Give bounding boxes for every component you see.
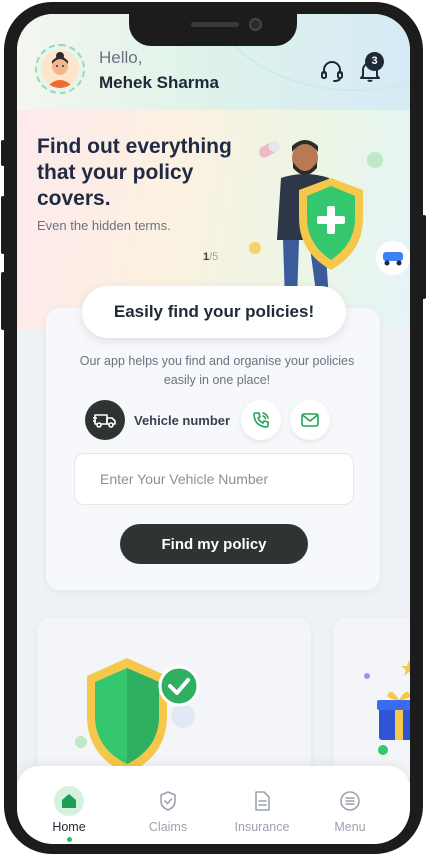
man-with-shield-illustration [249,140,410,300]
banner-pager: 1/5 [203,251,218,263]
avatar[interactable] [35,44,85,94]
secondary-promo-card[interactable] [37,618,311,778]
bottom-navigation: Home Claims Insurance Menu [17,766,410,844]
device-notch [129,14,297,46]
device-volume-up [1,196,5,254]
device-power-button [422,215,426,299]
vehicle-number-input[interactable] [74,453,354,505]
home-icon [54,786,84,816]
device-mute-switch [1,140,5,166]
app-screen: Hello, Mehek Sharma 3 Find out everythin… [17,14,410,844]
nav-label-home: Home [52,820,86,834]
active-indicator [66,837,72,842]
search-by-phone-option[interactable] [241,400,281,440]
shield-check-icon [153,786,183,816]
pager-total: /5 [209,251,219,263]
nav-item-menu[interactable]: Menu [315,786,385,834]
nav-label-claims: Claims [148,820,188,834]
truck-icon [93,414,116,428]
find-policy-description: Our app helps you find and organise your… [79,354,355,387]
headset-icon[interactable] [319,58,345,84]
tertiary-promo-card[interactable] [333,618,410,778]
phone-icon [253,412,269,428]
front-camera [249,18,262,31]
nav-label-insurance: Insurance [234,820,290,834]
document-icon [247,786,277,816]
banner-subtitle: Even the hidden terms. [37,218,171,233]
vehicle-number-label[interactable]: Vehicle number [134,413,230,428]
greeting-text: Hello, [99,48,143,67]
search-by-vehicle-option[interactable] [85,400,125,440]
nav-item-insurance[interactable]: Insurance [227,786,297,834]
menu-icon [335,786,365,816]
nav-item-home[interactable]: Home [34,786,104,842]
nav-item-claims[interactable]: Claims [133,786,203,834]
avatar-illustration [41,50,79,88]
find-policy-heading: Easily find your policies! [82,286,346,338]
shield-check-illustration [75,658,200,774]
find-my-policy-button[interactable]: Find my policy [120,524,308,564]
gift-box-illustration [364,660,410,755]
user-name: Mehek Sharma [99,73,219,92]
mail-icon [301,413,319,427]
banner-title: Find out everything that your policy cov… [37,135,232,210]
device-volume-down [1,272,5,330]
speaker-grille [191,22,239,27]
notification-badge: 3 [365,52,384,71]
nav-label-menu: Menu [334,820,366,834]
search-by-email-option[interactable] [290,400,330,440]
